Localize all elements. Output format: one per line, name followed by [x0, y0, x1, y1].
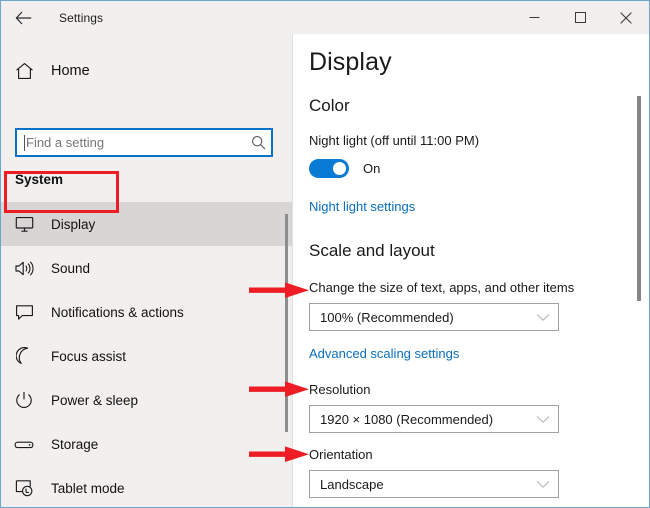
chevron-down-icon: [536, 415, 550, 424]
resolution-label: Resolution: [309, 382, 371, 397]
sidebar-nav-list: Display Sound Notifications & actions Fo…: [1, 202, 292, 507]
night-light-settings-link[interactable]: Night light settings: [309, 199, 415, 214]
sidebar-item-storage[interactable]: Storage: [1, 422, 292, 466]
minimize-icon: [529, 12, 540, 23]
sidebar-item-sound-label: Sound: [51, 260, 91, 276]
sidebar-item-focus-assist-label: Focus assist: [51, 348, 127, 364]
caption-buttons: [511, 1, 649, 34]
night-light-toggle-row: On: [309, 159, 380, 178]
sidebar-item-focus-assist[interactable]: Focus assist: [1, 334, 292, 378]
tablet-icon: [1, 479, 47, 497]
storage-icon: [1, 438, 47, 451]
resolution-dropdown-value: 1920 × 1080 (Recommended): [320, 411, 494, 427]
orientation-label: Orientation: [309, 447, 373, 462]
sidebar-item-display[interactable]: Display: [1, 202, 292, 246]
sidebar: Home Find a setting System Display Sound…: [1, 34, 292, 507]
sidebar-item-notifications-label: Notifications & actions: [51, 304, 184, 320]
sidebar-item-tablet-mode-label: Tablet mode: [51, 480, 125, 496]
close-button[interactable]: [603, 1, 649, 34]
close-icon: [620, 11, 632, 24]
night-light-label: Night light (off until 11:00 PM): [309, 133, 480, 148]
scale-dropdown[interactable]: 100% (Recommended): [309, 303, 559, 331]
maximize-icon: [574, 12, 586, 23]
search-placeholder: Find a setting: [26, 135, 105, 150]
title-bar: Settings: [1, 1, 649, 34]
scale-dropdown-value: 100% (Recommended): [320, 309, 454, 325]
sidebar-item-display-label: Display: [51, 216, 96, 232]
night-light-toggle[interactable]: [309, 159, 349, 178]
scale-label: Change the size of text, apps, and other…: [309, 280, 575, 295]
orientation-dropdown[interactable]: Landscape: [309, 470, 559, 498]
page-title: Display: [309, 48, 392, 76]
notification-icon: [1, 304, 47, 321]
main-scrollbar[interactable]: [637, 96, 641, 301]
back-arrow-icon: [15, 11, 32, 25]
advanced-scaling-link[interactable]: Advanced scaling settings: [309, 346, 459, 361]
main-content: Display Color Night light (off until 11:…: [293, 34, 649, 507]
text-caret: [24, 134, 25, 151]
sidebar-item-sound[interactable]: Sound: [1, 246, 292, 290]
sidebar-group-title: System: [15, 172, 64, 187]
scale-section-heading: Scale and layout: [309, 241, 435, 260]
search-input[interactable]: Find a setting: [15, 128, 273, 157]
back-button[interactable]: [1, 1, 45, 34]
monitor-icon: [1, 216, 47, 233]
power-icon: [1, 391, 47, 409]
minimize-button[interactable]: [511, 1, 557, 34]
sidebar-item-home[interactable]: Home: [1, 51, 292, 91]
color-section-heading: Color: [309, 96, 350, 115]
maximize-button[interactable]: [557, 1, 603, 34]
chevron-down-icon: [536, 313, 550, 322]
resolution-dropdown[interactable]: 1920 × 1080 (Recommended): [309, 405, 559, 433]
sidebar-item-notifications[interactable]: Notifications & actions: [1, 290, 292, 334]
chevron-down-icon: [536, 480, 550, 489]
window-title: Settings: [59, 10, 104, 25]
sidebar-item-storage-label: Storage: [51, 436, 99, 452]
home-icon: [1, 62, 47, 80]
orientation-dropdown-value: Landscape: [320, 476, 384, 492]
sidebar-item-tablet-mode[interactable]: Tablet mode: [1, 466, 292, 507]
sidebar-item-home-label: Home: [51, 63, 90, 79]
night-light-state: On: [363, 161, 381, 176]
toggle-knob: [333, 162, 346, 175]
sidebar-scrollbar[interactable]: [285, 214, 288, 432]
moon-icon: [1, 347, 47, 365]
settings-window: Settings Home Find a setting System Disp…: [0, 0, 650, 508]
title-bar-left: Settings: [1, 1, 103, 34]
search-icon[interactable]: [245, 135, 271, 150]
sidebar-item-power-sleep-label: Power & sleep: [51, 392, 139, 408]
sidebar-item-power-sleep[interactable]: Power & sleep: [1, 378, 292, 422]
speaker-icon: [1, 260, 47, 277]
